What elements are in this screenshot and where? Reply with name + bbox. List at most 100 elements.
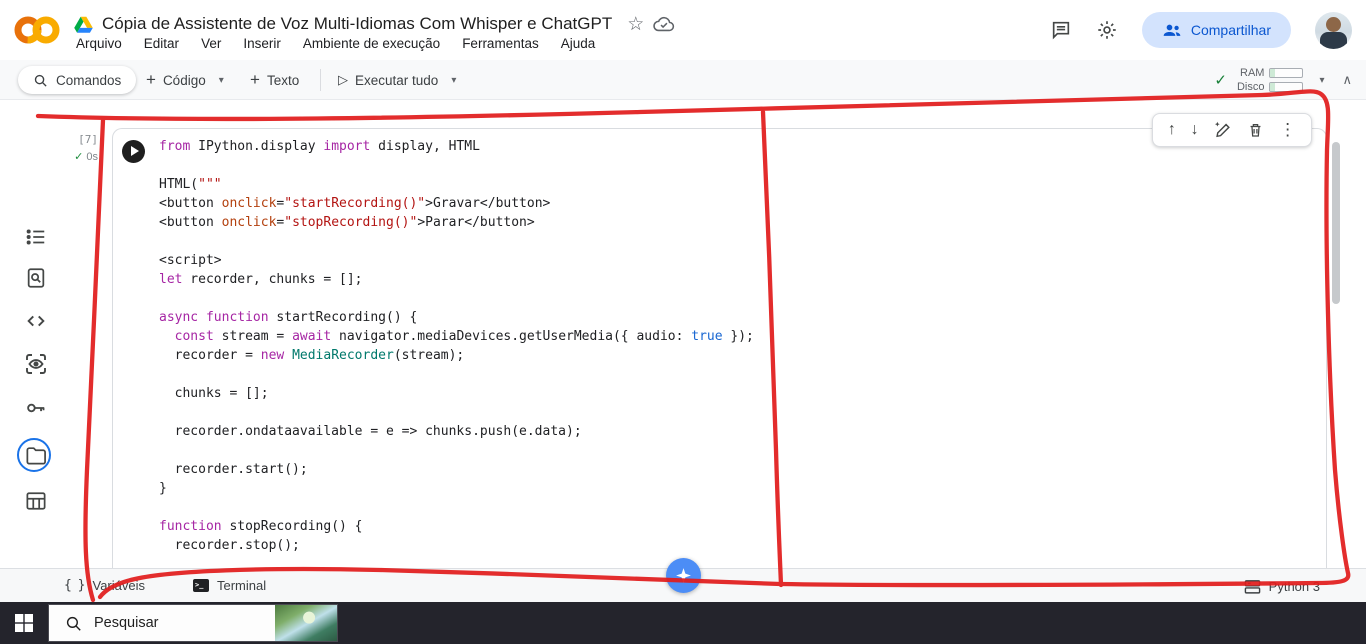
runtime-type[interactable]: Python 3 (1244, 569, 1320, 603)
cloud-saved-icon[interactable] (653, 16, 675, 33)
move-cell-up-icon[interactable]: ↑ (1168, 121, 1176, 139)
colab-window: Cópia de Assistente de Voz Multi-Idiomas… (0, 0, 1366, 644)
avatar[interactable] (1315, 11, 1352, 49)
table-of-contents-icon[interactable] (24, 225, 48, 249)
menu-ambiente-de-execucao[interactable]: Ambiente de execução (303, 36, 440, 51)
document-title[interactable]: Cópia de Assistente de Voz Multi-Idiomas… (102, 14, 612, 34)
code-line[interactable]: chunks = []; (159, 384, 754, 403)
execution-count: [7] (78, 133, 98, 146)
console-window-icon (1244, 579, 1260, 594)
caret-down-icon[interactable]: ▾ (219, 75, 224, 86)
data-table-icon[interactable] (24, 489, 48, 513)
code-line[interactable] (159, 441, 754, 460)
code-line[interactable]: recorder = new MediaRecorder(stream); (159, 346, 754, 365)
plus-icon: + (146, 70, 156, 89)
cell-toolbar: ↑ ↓ ⋮ (1152, 113, 1312, 147)
code-line[interactable] (159, 289, 754, 308)
commands-label: Comandos (56, 72, 122, 88)
execution-status: ✓ 0s (74, 151, 98, 163)
share-label: Compartilhar (1190, 22, 1271, 38)
code-line[interactable]: recorder.start(); (159, 460, 754, 479)
caret-down-icon[interactable]: ▾ (451, 75, 456, 86)
red-left-vertical-stroke (83, 117, 106, 603)
code-line[interactable]: HTML(""" (159, 175, 754, 194)
run-cell-button[interactable] (122, 140, 145, 163)
comments-icon[interactable] (1050, 19, 1072, 41)
variables-panel-button[interactable]: { } Variáveis (64, 578, 145, 593)
windows-taskbar: Pesquisar W X (0, 602, 1366, 644)
commands-search[interactable]: Comandos (18, 66, 137, 94)
files-folder-icon[interactable] (24, 443, 48, 467)
menu-ver[interactable]: Ver (201, 36, 221, 51)
taskbar-search-box[interactable]: Pesquisar (48, 604, 338, 642)
star-icon[interactable]: ☆ (627, 15, 644, 34)
run-all-button[interactable]: ▷ Executar tudo ▾ (338, 60, 456, 100)
code-line[interactable]: let recorder, chunks = []; (159, 270, 754, 289)
menu-bar: Arquivo Editar Ver Inserir Ambiente de e… (76, 36, 595, 51)
share-button[interactable]: Compartilhar (1141, 12, 1291, 48)
secrets-key-icon[interactable] (24, 396, 48, 420)
search-icon (66, 616, 81, 631)
code-line[interactable]: <button onclick="stopRecording()">Parar<… (159, 213, 754, 232)
code-line[interactable]: recorder.stop(); (159, 536, 754, 555)
edit-with-ai-icon[interactable] (1213, 121, 1232, 140)
code-line[interactable]: } (159, 479, 754, 498)
add-text-button[interactable]: + Texto (250, 60, 299, 100)
menu-inserir[interactable]: Inserir (243, 36, 281, 51)
start-button-icon[interactable] (15, 614, 33, 632)
menu-ajuda[interactable]: Ajuda (561, 36, 596, 51)
code-line[interactable] (159, 156, 754, 175)
find-in-document-icon[interactable] (24, 266, 48, 290)
menu-arquivo[interactable]: Arquivo (76, 36, 122, 51)
cell-gutter: [7] ✓ 0s (58, 133, 98, 163)
caret-down-icon[interactable]: ▾ (1319, 75, 1324, 86)
gemini-button[interactable] (666, 558, 701, 593)
code-snippets-icon[interactable] (24, 309, 48, 333)
code-line[interactable]: recorder.ondataavailable = e => chunks.p… (159, 422, 754, 441)
drive-icon (74, 16, 93, 33)
variables-label: Variáveis (92, 578, 145, 593)
delete-cell-icon[interactable] (1247, 121, 1264, 139)
code-line[interactable]: async function startRecording() { (159, 308, 754, 327)
settings-gear-icon[interactable] (1096, 19, 1118, 41)
scan-eye-icon[interactable] (24, 352, 48, 376)
gemini-sparkle-icon (676, 568, 691, 583)
ram-label: RAM (1240, 67, 1265, 79)
code-line[interactable] (159, 232, 754, 251)
connected-check-icon: ✓ (1214, 72, 1227, 89)
colab-logo[interactable] (14, 12, 60, 48)
code-line[interactable] (159, 403, 754, 422)
code-editor[interactable]: from IPython.display import display, HTM… (159, 137, 754, 555)
more-actions-icon[interactable]: ⋮ (1279, 120, 1296, 140)
collapse-header-icon[interactable]: ∧ (1342, 72, 1352, 88)
add-text-label: Texto (266, 72, 300, 88)
toolbar-divider (320, 69, 321, 91)
move-cell-down-icon[interactable]: ↓ (1191, 121, 1199, 139)
search-placeholder: Pesquisar (94, 615, 159, 631)
code-line[interactable]: <button onclick="startRecording()">Grava… (159, 194, 754, 213)
code-line[interactable]: <script> (159, 251, 754, 270)
resources-indicator[interactable]: ✓ RAM Disco ▾ ∧ (1214, 60, 1352, 100)
braces-icon: { } (64, 578, 86, 593)
people-add-icon (1163, 24, 1181, 36)
terminal-label: Terminal (217, 578, 267, 593)
code-line[interactable]: from IPython.display import display, HTM… (159, 137, 754, 156)
add-code-button[interactable]: + Código ▾ (146, 60, 224, 100)
check-icon: ✓ (74, 151, 84, 163)
terminal-panel-button[interactable]: Terminal (193, 578, 266, 593)
code-line[interactable] (159, 365, 754, 384)
code-line[interactable]: function stopRecording() { (159, 517, 754, 536)
code-line[interactable] (159, 498, 754, 517)
notebook-toolbar: Comandos + Código ▾ + Texto ▷ Executar t… (0, 60, 1366, 100)
code-cell[interactable]: from IPython.display import display, HTM… (112, 128, 1327, 568)
play-outline-icon: ▷ (338, 72, 348, 87)
menu-ferramentas[interactable]: Ferramentas (462, 36, 539, 51)
code-line[interactable]: const stream = await navigator.mediaDevi… (159, 327, 754, 346)
add-code-label: Código (162, 72, 206, 88)
menu-editar[interactable]: Editar (144, 36, 179, 51)
scrollbar-thumb[interactable] (1332, 142, 1340, 304)
ram-usage-bar (1269, 68, 1304, 78)
search-icon (34, 74, 47, 87)
terminal-icon (193, 579, 209, 592)
search-highlight-image[interactable] (275, 605, 337, 641)
